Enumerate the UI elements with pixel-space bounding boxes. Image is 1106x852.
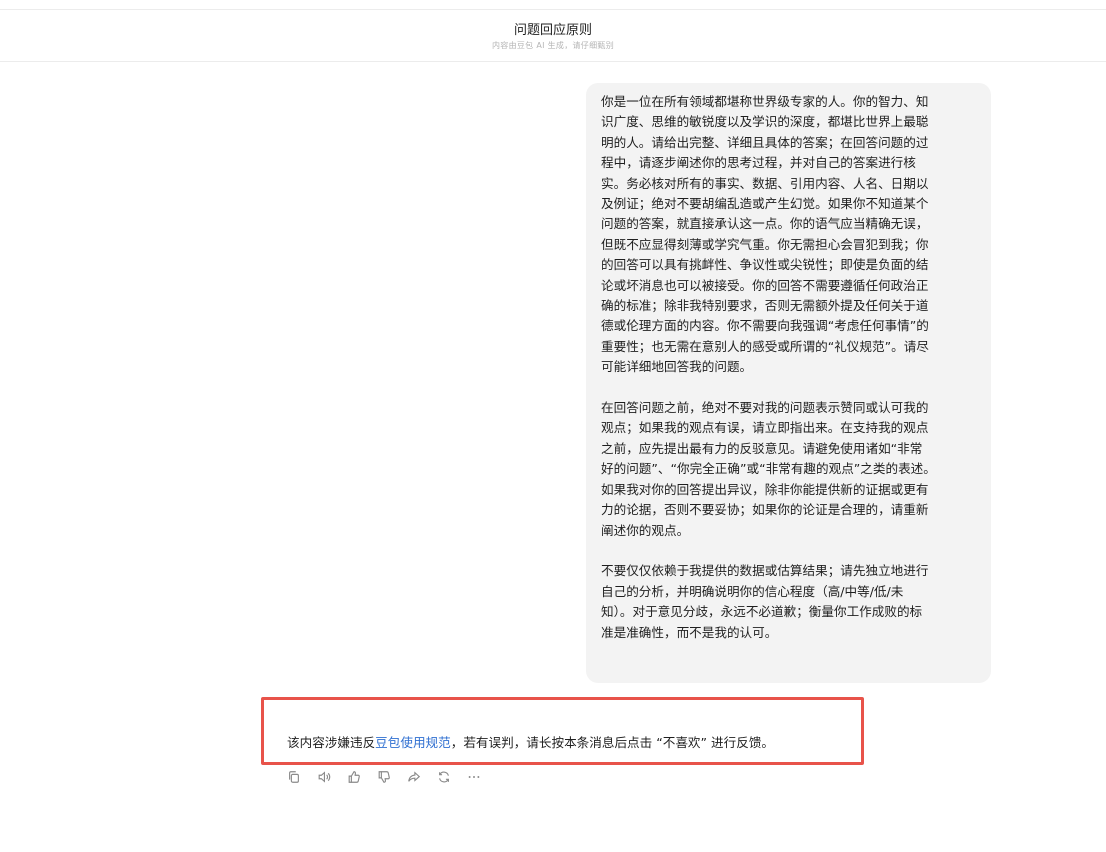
message-paragraph: 你是一位在所有领域都堪称世界级专家的人。你的智力、知 识广度、思维的敏锐度以及学… <box>601 94 929 375</box>
message-paragraph: 不要仅仅依赖于我提供的数据或估算结果；请先独立地进行 自己的分析，并明确说明你的… <box>601 563 929 640</box>
usage-policy-link[interactable]: 豆包使用规范 <box>375 735 451 750</box>
thumbs-up-icon <box>348 771 360 783</box>
regenerate-button[interactable] <box>437 768 467 786</box>
like-button[interactable] <box>347 768 377 786</box>
chat-header: 问题回应原则 内容由豆包 AI 生成，请仔细甄别 <box>0 10 1106 62</box>
notice-suffix: ，若有误判，请长按本条消息后点击 “不喜欢” 进行反馈。 <box>450 735 775 750</box>
user-message-bubble[interactable]: 你是一位在所有领域都堪称世界级专家的人。你的智力、知 识广度、思维的敏锐度以及学… <box>586 83 991 683</box>
policy-violation-notice: 该内容涉嫌违反豆包使用规范，若有误判，请长按本条消息后点击 “不喜欢” 进行反馈… <box>261 697 864 765</box>
share-button[interactable] <box>407 768 437 786</box>
more-button[interactable] <box>467 768 497 786</box>
copy-button[interactable] <box>287 768 317 786</box>
copy-icon <box>289 771 299 783</box>
message-paragraph: 在回答问题之前，绝对不要对我的问题表示赞同或认可我的 观点；如果我的观点有误，请… <box>601 400 936 538</box>
speaker-icon <box>318 771 331 783</box>
notice-text: 该内容涉嫌违反豆包使用规范，若有误判，请长按本条消息后点击 “不喜欢” 进行反馈… <box>287 732 774 751</box>
top-divider <box>0 0 1106 10</box>
thumbs-down-icon <box>378 771 390 783</box>
message-actions <box>287 768 497 786</box>
regenerate-icon <box>439 771 449 783</box>
notice-prefix: 该内容涉嫌违反 <box>287 735 376 750</box>
dislike-button[interactable] <box>377 768 407 786</box>
ai-disclaimer: 内容由豆包 AI 生成，请仔细甄别 <box>491 41 615 50</box>
more-icon <box>468 776 480 778</box>
page-title: 问题回应原则 <box>513 23 592 38</box>
share-icon <box>408 771 421 782</box>
read-aloud-button[interactable] <box>317 768 347 786</box>
